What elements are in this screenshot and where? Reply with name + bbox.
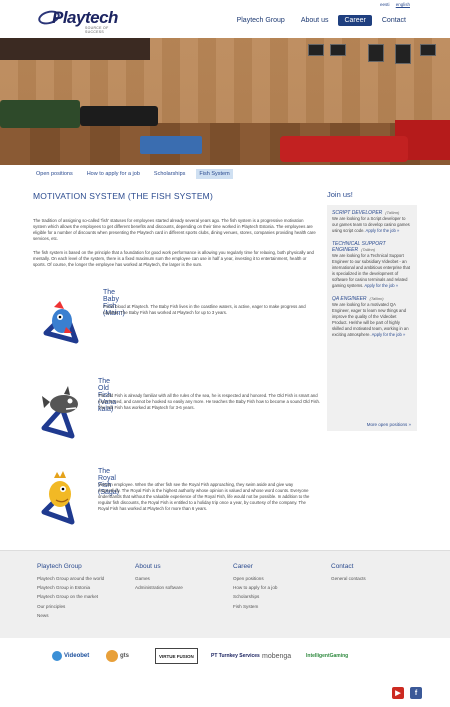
- footer-heading[interactable]: Contact: [331, 563, 366, 570]
- header: Playtech SOURCE OF SUCCESS eesti english…: [0, 0, 450, 38]
- gts-logo[interactable]: gts: [106, 648, 129, 664]
- job-item: TECHNICAL SUPPORT ENGINEER (Tallinn) We a…: [332, 241, 412, 289]
- footer-column-about-us: About us Games Administration software: [135, 563, 183, 592]
- nav-career[interactable]: Career: [338, 15, 372, 26]
- footer-column-contact: Contact General contacts: [331, 563, 366, 583]
- subnav-how-to-apply[interactable]: How to apply for a job: [84, 169, 143, 179]
- job-item: QA Engineer (Tallinn) We are looking for …: [332, 296, 412, 338]
- lang-english-link[interactable]: english: [396, 2, 410, 7]
- top-navigation: Playtech Group About us Career Contact: [231, 15, 412, 26]
- job-location: (Tallinn): [361, 247, 376, 252]
- blue-table: [140, 136, 202, 154]
- pt-turnkey-logo[interactable]: PT Turnkey Services: [211, 648, 260, 664]
- footer-link[interactable]: Playtech Group on the market: [37, 592, 104, 601]
- virtue-fusion-logo[interactable]: VIRTUE FUSION: [155, 648, 198, 664]
- nav-about-us[interactable]: About us: [295, 15, 335, 26]
- wall-picture: [330, 44, 346, 56]
- hero-office-photo: [0, 38, 450, 165]
- language-switcher: eesti english: [375, 2, 410, 7]
- apply-link[interactable]: Apply for the job »: [372, 332, 406, 337]
- more-positions-link[interactable]: More open positions »: [367, 422, 411, 427]
- mobenga-logo[interactable]: mobenga: [262, 648, 291, 664]
- baby-fish-icon: [43, 301, 79, 344]
- sub-navigation: Open positions How to apply for a job Sc…: [33, 169, 233, 179]
- wall-picture: [368, 44, 384, 62]
- footer-link[interactable]: Our principles: [37, 602, 104, 611]
- nav-contact[interactable]: Contact: [376, 15, 412, 26]
- facebook-icon[interactable]: f: [410, 687, 422, 699]
- apply-link[interactable]: Apply for the job »: [364, 283, 398, 288]
- open-positions-sidebar: SCRIPT DEVELOPER (Tallinn) We are looking…: [327, 205, 417, 431]
- playtech-logo[interactable]: Playtech SOURCE OF SUCCESS: [36, 8, 128, 34]
- footer-link[interactable]: Games: [135, 574, 183, 583]
- wall-picture: [308, 44, 324, 56]
- subnav-open-positions[interactable]: Open positions: [33, 169, 76, 179]
- job-location: (Tallinn): [385, 210, 400, 215]
- footer-link[interactable]: General contacts: [331, 574, 366, 583]
- fish-description: The Old Fish is already familiar with al…: [98, 393, 321, 410]
- footer-link[interactable]: Fish System: [233, 602, 277, 611]
- apply-link[interactable]: Apply for the job »: [366, 228, 400, 233]
- old-fish-icon: [41, 386, 78, 439]
- footer-link[interactable]: Playtech Group in Estonia: [37, 583, 104, 592]
- logo-wordmark: Playtech: [52, 8, 118, 27]
- fish-description: Fresh blood at Playtech. The Baby Fish l…: [103, 304, 306, 315]
- logo-tagline: SOURCE OF SUCCESS: [85, 26, 109, 34]
- footer-link[interactable]: Administration software: [135, 583, 183, 592]
- sidebar-title: Join us!: [327, 190, 353, 199]
- page-title: MOTIVATION SYSTEM (THE FISH SYSTEM): [33, 191, 213, 201]
- job-location: (Tallinn): [369, 296, 384, 301]
- partner-logos: Videobet gts VIRTUE FUSION PT Turnkey Se…: [0, 638, 450, 674]
- footer-heading[interactable]: About us: [135, 563, 183, 570]
- shelf: [0, 38, 150, 60]
- wall-picture: [395, 44, 411, 64]
- footer-link[interactable]: Playtech Group around the world: [37, 574, 104, 583]
- subnav-fish-system[interactable]: Fish System: [196, 169, 233, 179]
- job-title-link[interactable]: TECHNICAL SUPPORT ENGINEER: [332, 241, 386, 253]
- footer-link[interactable]: News: [37, 611, 104, 620]
- footer-link[interactable]: Open positions: [233, 574, 277, 583]
- subnav-scholarships[interactable]: Scholarships: [151, 169, 189, 179]
- lang-estonian-link[interactable]: eesti: [380, 2, 390, 7]
- royal-fish-icon: [41, 471, 75, 525]
- job-item: SCRIPT DEVELOPER (Tallinn) We are looking…: [332, 210, 412, 234]
- footer-column-career: Career Open positions How to apply for a…: [233, 563, 277, 611]
- fish-description: Veteran employee. When the other fish se…: [98, 482, 310, 511]
- intelligent-gaming-logo[interactable]: IntelligentGaming: [306, 648, 348, 664]
- footer-link[interactable]: Scholarships: [233, 592, 277, 601]
- footer-column-playtech-group: Playtech Group Playtech Group around the…: [37, 563, 104, 620]
- footer-heading[interactable]: Career: [233, 563, 277, 570]
- footer-heading[interactable]: Playtech Group: [37, 563, 104, 570]
- intro-paragraph: The tradition of assigning so-called 'fi…: [33, 218, 316, 241]
- green-sofa: [0, 100, 80, 128]
- nav-playtech-group[interactable]: Playtech Group: [231, 15, 291, 26]
- intro-paragraph-2: The fish system is based on the principl…: [33, 250, 314, 267]
- footer-link[interactable]: How to apply for a job: [233, 583, 277, 592]
- youtube-icon[interactable]: ▶: [392, 687, 404, 699]
- black-sofa: [80, 106, 158, 126]
- social-links: ▶ f: [392, 687, 422, 699]
- wall-picture: [420, 44, 436, 56]
- red-sofa: [280, 136, 408, 162]
- footer: Playtech Group Playtech Group around the…: [0, 550, 450, 638]
- videobet-logo[interactable]: Videobet: [52, 648, 89, 664]
